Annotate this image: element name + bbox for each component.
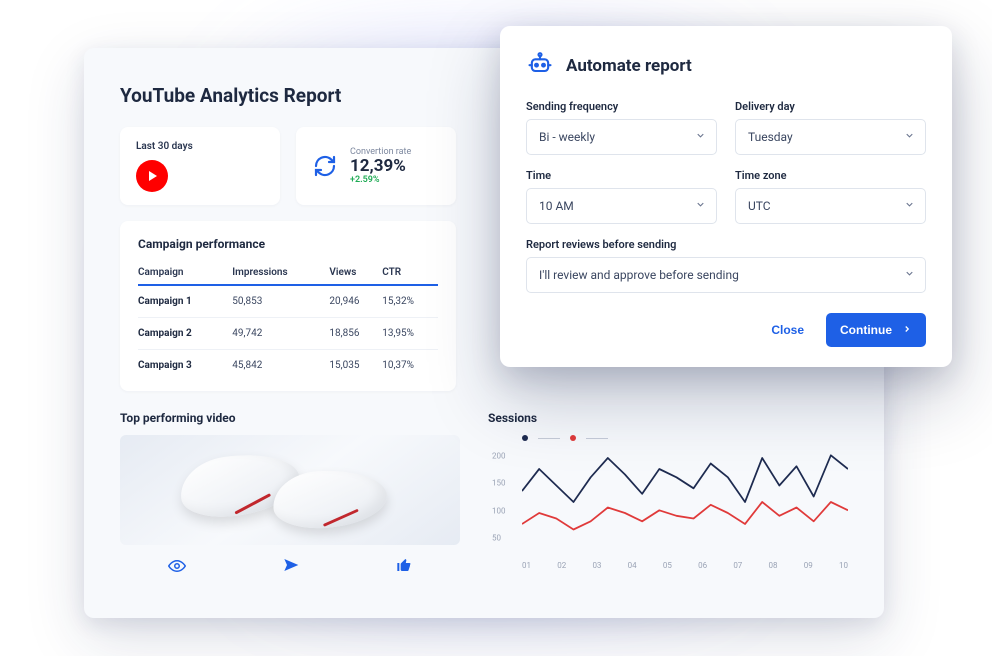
sessions-chart: 200 150 100 50: [492, 447, 848, 557]
conversion-delta: +2.59%: [350, 175, 411, 185]
video-thumbnail[interactable]: [120, 435, 460, 545]
video-metric-icons: [120, 557, 460, 579]
x-tick: 08: [769, 561, 778, 570]
delivery-day-value: Tuesday: [748, 130, 793, 144]
sessions-legend: [522, 435, 848, 441]
time-select[interactable]: 10 AM: [526, 188, 717, 224]
timezone-label: Time zone: [735, 169, 926, 182]
time-label: Time: [526, 169, 717, 182]
delivery-day-label: Delivery day: [735, 100, 926, 113]
chevron-down-icon: [904, 130, 915, 144]
chevron-down-icon: [695, 199, 706, 213]
field-time: Time 10 AM: [526, 169, 717, 224]
col-impressions: Impressions: [232, 261, 329, 285]
review-label: Report reviews before sending: [526, 238, 926, 251]
x-tick: 02: [557, 561, 566, 570]
modal-title: Automate report: [566, 56, 692, 76]
period-label: Last 30 days: [136, 141, 264, 152]
chevron-down-icon: [695, 130, 706, 144]
frequency-select[interactable]: Bi - weekly: [526, 119, 717, 155]
legend-line: [586, 438, 608, 439]
conversion-value: 12,39%: [350, 157, 411, 176]
y-tick: 200: [492, 451, 506, 460]
sessions-title: Sessions: [488, 411, 848, 425]
refresh-icon: [312, 153, 338, 179]
y-tick: 50: [492, 534, 501, 543]
like-icon: [396, 557, 412, 579]
review-select[interactable]: I'll review and approve before sending: [526, 257, 926, 293]
field-review: Report reviews before sending I'll revie…: [526, 238, 926, 293]
chevron-down-icon: [904, 199, 915, 213]
x-tick: 09: [804, 561, 813, 570]
send-icon: [283, 557, 299, 579]
delivery-day-select[interactable]: Tuesday: [735, 119, 926, 155]
campaign-table: Campaign Impressions Views CTR Campaign …: [138, 261, 438, 381]
top-video-title: Top performing video: [120, 411, 460, 425]
campaign-title: Campaign performance: [138, 237, 438, 251]
robot-icon: [526, 50, 554, 82]
x-tick: 04: [628, 561, 637, 570]
x-tick: 03: [592, 561, 601, 570]
legend-dot-series-a: [522, 435, 528, 441]
frequency-label: Sending frequency: [526, 100, 717, 113]
chevron-down-icon: [904, 268, 915, 282]
modal-form: Sending frequency Bi - weekly Delivery d…: [526, 100, 926, 293]
time-value: 10 AM: [539, 199, 574, 213]
continue-label: Continue: [840, 323, 892, 337]
top-video-card: Top performing video: [120, 411, 460, 579]
col-campaign: Campaign: [138, 261, 232, 285]
x-tick: 05: [663, 561, 672, 570]
table-row: Campaign 1 50,853 20,946 15,32%: [138, 285, 438, 318]
youtube-icon: [136, 160, 168, 192]
sessions-x-labels: 01 02 03 04 05 06 07 08 09 10: [522, 561, 848, 570]
bottom-row: Top performing video Sessions: [120, 411, 848, 579]
field-delivery-day: Delivery day Tuesday: [735, 100, 926, 155]
x-tick: 01: [522, 561, 531, 570]
campaign-card: Campaign performance Campaign Impression…: [120, 221, 456, 391]
modal-actions: Close Continue: [526, 313, 926, 347]
sessions-card: Sessions 200 150 100 50 01 02 03 04 05 0: [488, 411, 848, 579]
chevron-right-icon: [902, 323, 912, 337]
table-row: Campaign 3 45,842 15,035 10,37%: [138, 350, 438, 382]
x-tick: 06: [698, 561, 707, 570]
col-ctr: CTR: [382, 261, 438, 285]
conversion-card: Convertion rate 12,39% +2.59%: [296, 127, 456, 205]
timezone-select[interactable]: UTC: [735, 188, 926, 224]
x-tick: 10: [839, 561, 848, 570]
eye-icon: [168, 557, 186, 579]
legend-line: [538, 438, 560, 439]
period-card: Last 30 days: [120, 127, 280, 205]
review-value: I'll review and approve before sending: [539, 268, 739, 282]
col-views: Views: [329, 261, 382, 285]
continue-button[interactable]: Continue: [826, 313, 926, 347]
frequency-value: Bi - weekly: [539, 130, 595, 144]
modal-header: Automate report: [526, 50, 926, 82]
automate-report-modal: Automate report Sending frequency Bi - w…: [500, 26, 952, 367]
y-tick: 100: [492, 506, 506, 515]
field-timezone: Time zone UTC: [735, 169, 926, 224]
timezone-value: UTC: [748, 199, 771, 213]
x-tick: 07: [733, 561, 742, 570]
close-button[interactable]: Close: [761, 315, 814, 345]
legend-dot-series-b: [570, 435, 576, 441]
table-row: Campaign 2 49,742 18,856 13,95%: [138, 318, 438, 350]
y-tick: 150: [492, 479, 506, 488]
field-frequency: Sending frequency Bi - weekly: [526, 100, 717, 155]
